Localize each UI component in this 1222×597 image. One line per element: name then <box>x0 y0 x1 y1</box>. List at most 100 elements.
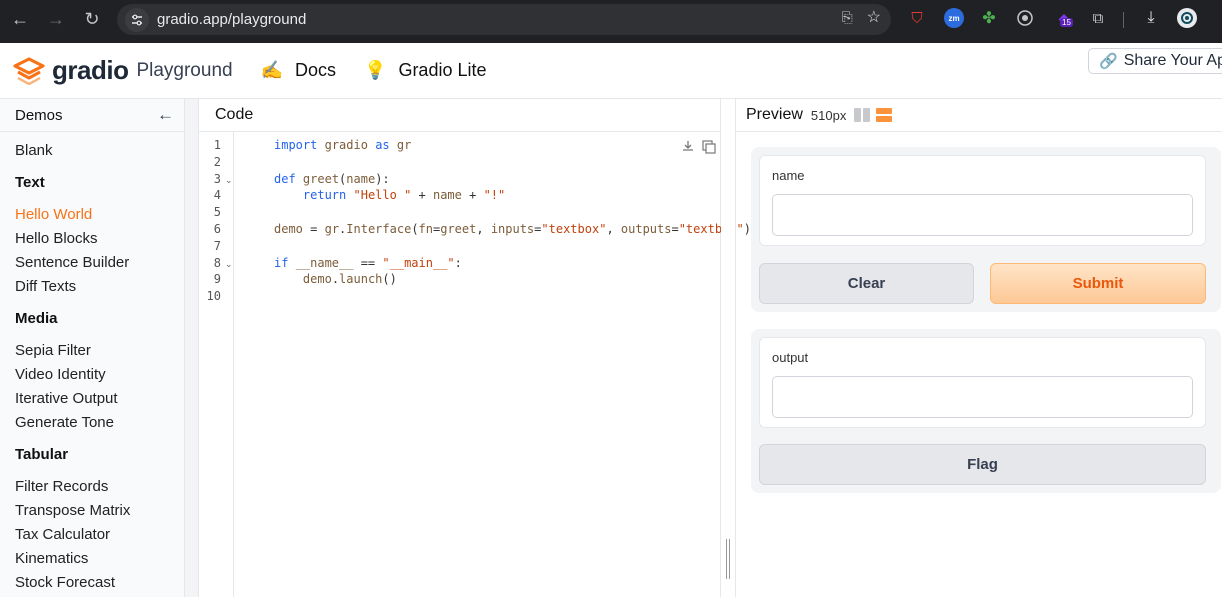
sidebar-header: Demos ← <box>0 99 184 132</box>
code-editor[interactable]: import gradio as gr def greet(name): ret… <box>234 132 751 597</box>
gradio-logo-icon <box>13 56 45 85</box>
line-number: 4 <box>213 188 221 202</box>
site-settings-icon[interactable] <box>125 7 149 32</box>
sidebar-item[interactable]: Tax Calculator <box>15 526 110 543</box>
copy-code-icon[interactable] <box>701 139 717 160</box>
sidebar-category: Text <box>15 174 45 191</box>
line-number: 2 <box>213 155 221 169</box>
sidebar-item[interactable]: Video Identity <box>15 366 106 383</box>
download-code-icon[interactable] <box>681 139 695 160</box>
sidebar-item[interactable]: Sepia Filter <box>15 342 91 359</box>
name-textbox: name <box>759 155 1206 246</box>
line-number: 6 <box>213 222 221 236</box>
translate-icon[interactable]: ⎘ <box>841 9 852 27</box>
output-label: output <box>772 350 809 365</box>
line-number: 1 <box>213 138 221 152</box>
share-app-label: Share Your App <box>1123 52 1222 69</box>
code-toolbar <box>681 139 717 160</box>
layout-columns-icon[interactable] <box>854 108 871 122</box>
output-panel: output Flag <box>751 329 1221 493</box>
share-app-button[interactable]: 🔗 Share Your App <box>1088 48 1222 74</box>
extensions-puzzle-icon[interactable]: ⧉ <box>1088 8 1108 28</box>
back-icon[interactable]: ← <box>2 1 38 37</box>
fold-chevron-icon[interactable]: ⌄ <box>225 259 233 270</box>
nav-gradio-lite-label: Gradio Lite <box>398 60 487 80</box>
collapse-arrow-icon[interactable]: ← <box>157 105 174 125</box>
sidebar-item[interactable]: Generate Tone <box>15 414 114 431</box>
preview-width: 510px <box>810 107 847 123</box>
code-line: demo = gr.Interface(fn=greet, inputs="te… <box>274 222 751 236</box>
lightbulb-icon: 💡 <box>364 60 387 80</box>
nav-docs-label: Docs <box>295 60 337 80</box>
line-number: 5 <box>213 205 221 219</box>
sidebar-item[interactable]: Sentence Builder <box>15 254 129 271</box>
sidebar-item[interactable]: Hello World <box>15 206 92 223</box>
fold-chevron-icon[interactable]: ⌄ <box>225 175 233 186</box>
line-number: 8 <box>213 256 221 270</box>
submit-button[interactable]: Submit <box>990 263 1206 304</box>
name-input[interactable] <box>772 194 1193 236</box>
sidebar-item[interactable]: Stock Forecast <box>15 574 115 591</box>
brand-subtitle: Playground <box>136 59 233 81</box>
sidebar-item[interactable]: Filter Records <box>15 478 108 495</box>
line-number: 3 <box>213 172 221 186</box>
sidebar-item[interactable]: Transpose Matrix <box>15 502 130 519</box>
output-field[interactable] <box>772 376 1193 418</box>
target-extension-icon[interactable] <box>1015 8 1035 28</box>
preview-header: Preview 510px <box>736 99 1222 132</box>
layout-rows-icon[interactable] <box>876 108 893 122</box>
code-line: return "Hello " + name + "!" <box>302 188 506 202</box>
code-line: def greet(name): <box>274 172 390 186</box>
resize-handle[interactable] <box>726 539 730 579</box>
reload-icon[interactable]: ↻ <box>74 1 110 37</box>
sidebar-title: Demos <box>15 106 63 124</box>
link-icon: 🔗 <box>1099 53 1118 70</box>
puzzle-green-extension-icon[interactable]: ✤ <box>979 8 999 28</box>
sidebar-item[interactable]: Diff Texts <box>15 278 76 295</box>
line-gutter: 1 2 3 ⌄ 4 5 6 7 8 ⌄ 9 10 <box>199 132 234 597</box>
flag-button[interactable]: Flag <box>759 444 1206 485</box>
code-title: Code <box>215 106 254 123</box>
writing-hand-icon: ✍️ <box>260 60 283 80</box>
brand-name: gradio <box>52 55 129 85</box>
line-number: 9 <box>213 272 221 286</box>
zoom-extension-icon[interactable]: zm <box>944 8 964 28</box>
site-header: gradio Playground ✍️ Docs 💡 Gradio Lite … <box>0 43 1222 99</box>
preview-panel: Preview 510px name Clear Submit output F… <box>735 99 1222 597</box>
code-line: if __name__ == "__main__": <box>274 256 462 270</box>
output-textbox: output <box>759 337 1206 428</box>
demos-sidebar: Demos ← Blank Text Hello World Hello Blocks… <box>0 99 185 597</box>
url-text: gradio.app/playground <box>157 11 307 28</box>
nav-gradio-lite[interactable]: 💡 Gradio Lite <box>364 60 486 81</box>
sidebar-category: Media <box>15 310 58 327</box>
line-number: 7 <box>213 239 221 253</box>
profile-avatar-icon[interactable] <box>1177 8 1197 28</box>
resize-divider[interactable] <box>721 99 735 597</box>
code-panel: Code 1 2 3 ⌄ 4 5 6 7 8 ⌄ 9 10 import gra… <box>198 99 751 597</box>
forward-icon[interactable]: → <box>38 1 74 37</box>
sidebar-item[interactable]: Blank <box>15 142 53 159</box>
gradio-logo[interactable]: gradio Playground <box>13 55 233 86</box>
nav-docs[interactable]: ✍️ Docs <box>261 60 336 81</box>
sidebar-item[interactable]: Kinematics <box>15 550 88 567</box>
code-header: Code <box>199 99 720 132</box>
name-label: name <box>772 168 805 183</box>
clear-button[interactable]: Clear <box>759 263 974 304</box>
bookmark-star-icon[interactable]: ☆ <box>867 9 881 27</box>
address-bar[interactable]: gradio.app/playground ⎘ ☆ <box>117 4 891 35</box>
code-line: import gradio as gr <box>274 138 412 152</box>
sidebar-category: Tabular <box>15 446 69 463</box>
extension-badge: 15 <box>1060 18 1073 27</box>
sidebar-item[interactable]: Iterative Output <box>15 390 118 407</box>
code-line: demo.launch() <box>302 272 397 286</box>
sidebar-gap <box>185 99 198 597</box>
toolbar-separator <box>1123 12 1124 28</box>
preview-title: Preview <box>746 106 803 123</box>
shield-extension-icon[interactable]: ⛉ <box>907 8 927 28</box>
badge-extension-icon[interactable]: ◆ 15 <box>1052 8 1076 28</box>
line-number: 10 <box>206 289 221 303</box>
download-icon[interactable]: ⤓ <box>1141 8 1161 28</box>
sidebar-item[interactable]: Hello Blocks <box>15 230 98 247</box>
input-panel: name Clear Submit <box>751 147 1221 312</box>
browser-toolbar: ← → ↻ gradio.app/playground ⎘ ☆ ⛉ zm ✤ ◆… <box>0 0 1222 43</box>
